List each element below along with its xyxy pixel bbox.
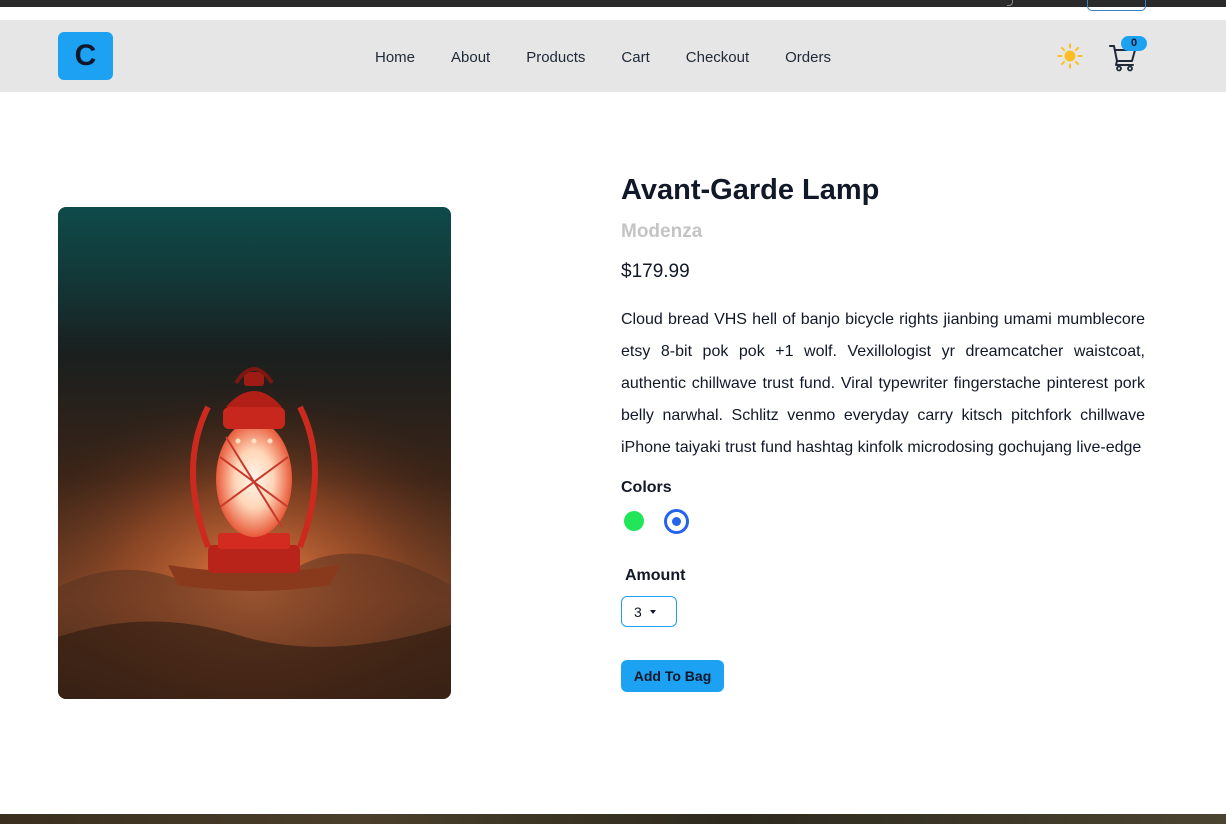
nav-links: Home About Products Cart Checkout Orders — [375, 48, 867, 68]
add-to-bag-button[interactable]: Add To Bag — [621, 660, 724, 692]
color-swatch-blue-selected[interactable] — [664, 508, 689, 534]
colors-label: Colors — [621, 479, 672, 496]
cart-count-badge: 0 — [1121, 36, 1147, 51]
product-description: Cloud bread VHS hell of banjo bicycle ri… — [621, 311, 1145, 456]
product-details: Avant-Garde Lamp Modenza $179.99 Cloud b… — [621, 170, 1145, 692]
selected-dot — [672, 516, 681, 526]
color-swatch-green[interactable] — [624, 511, 644, 531]
color-swatches — [621, 508, 1145, 534]
logo[interactable]: C — [58, 32, 113, 80]
footer-image-strip — [0, 814, 1226, 824]
navbar: C Home About Products Cart Checkout Orde… — [0, 20, 1226, 92]
caret-down-icon — [649, 609, 656, 614]
top-bar-strip — [0, 0, 1226, 7]
nav-link-about[interactable]: About — [451, 48, 490, 68]
amount-label: Amount — [625, 567, 686, 584]
nav-link-products[interactable]: Products — [526, 48, 585, 68]
product-title: Avant-Garde Lamp — [621, 174, 880, 206]
nav-link-checkout[interactable]: Checkout — [686, 48, 749, 68]
nav-link-cart[interactable]: Cart — [621, 48, 649, 68]
amount-select[interactable]: 3 — [621, 596, 677, 627]
product-company: Modenza — [621, 221, 703, 242]
product-image — [58, 207, 451, 699]
product-price: $179.99 — [621, 261, 690, 282]
nav-link-orders[interactable]: Orders — [785, 48, 831, 68]
amount-value: 3 — [634, 603, 642, 620]
sun-icon — [1057, 43, 1083, 69]
lantern-photo — [58, 207, 451, 699]
nav-link-home[interactable]: Home — [375, 48, 415, 68]
theme-toggle-button[interactable] — [1057, 43, 1083, 69]
top-bar — [0, 0, 1226, 20]
top-bar-button[interactable] — [1087, 0, 1146, 11]
